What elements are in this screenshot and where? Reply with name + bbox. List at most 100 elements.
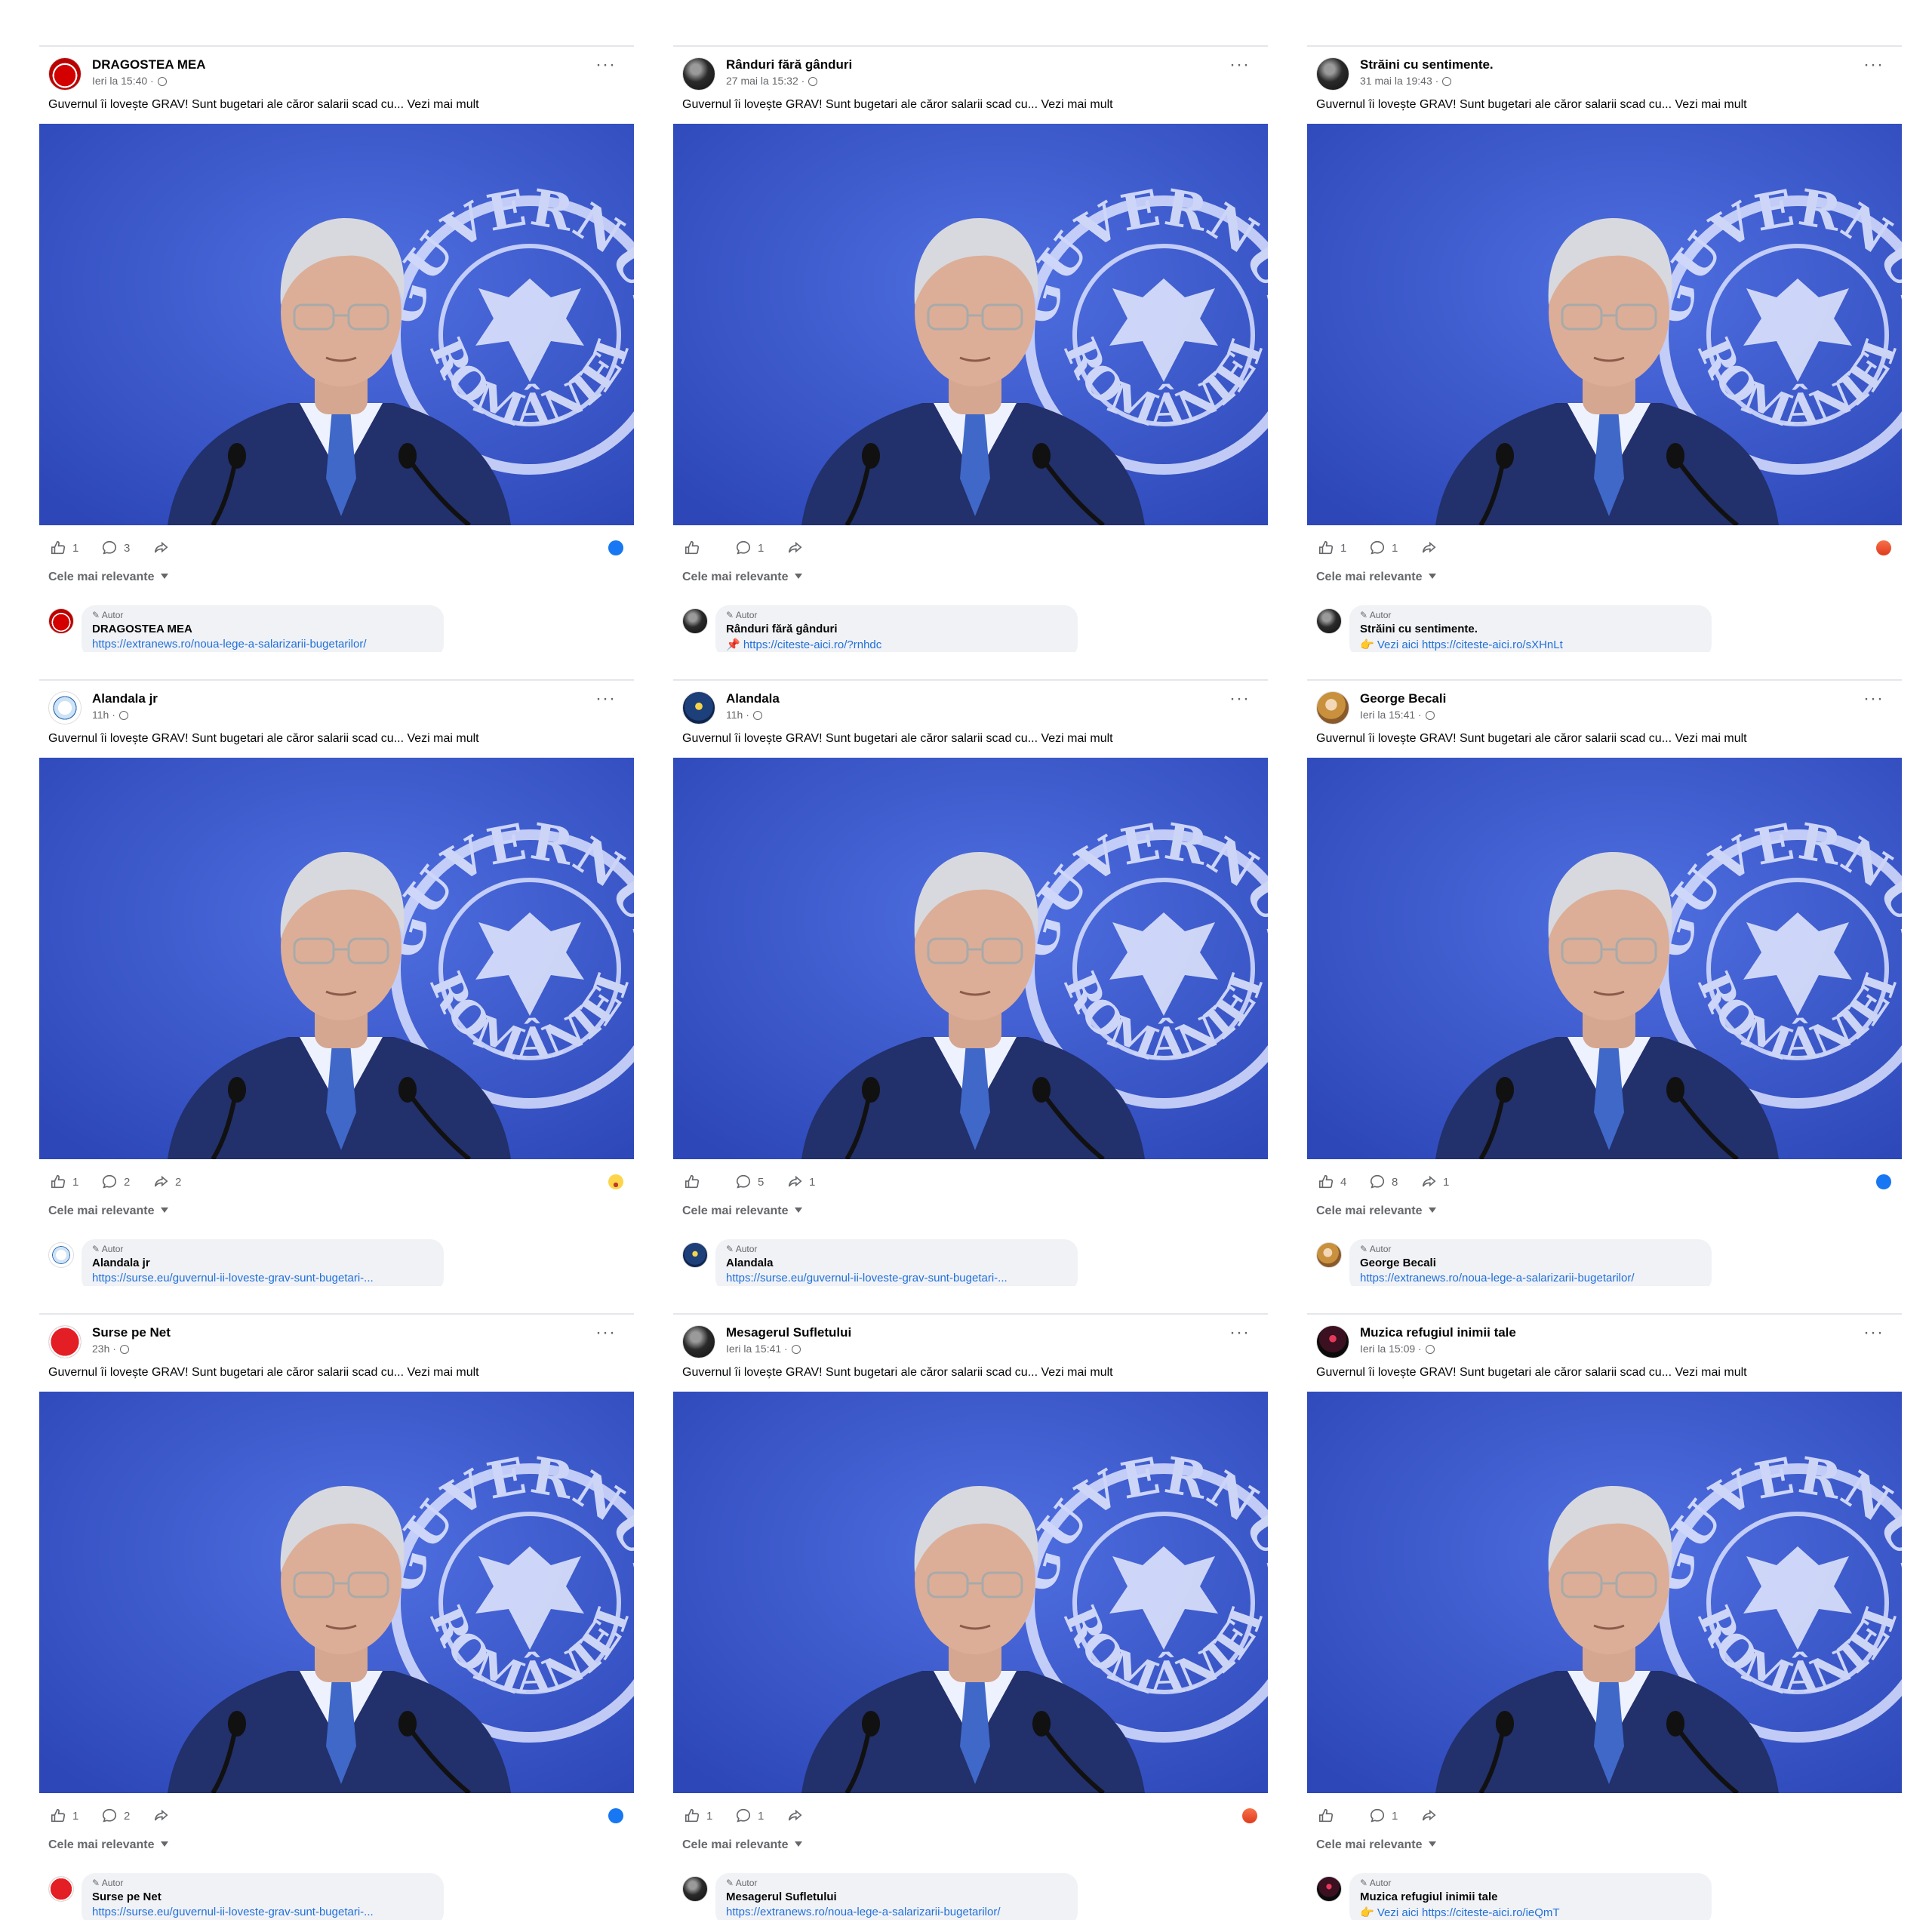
- like-button[interactable]: [1318, 1807, 1340, 1825]
- comment-link[interactable]: https://extranews.ro/noua-lege-a-salariz…: [1360, 1272, 1701, 1284]
- post-photo[interactable]: GUVERNUL ROMÂNIEI: [673, 1392, 1268, 1793]
- page-avatar[interactable]: [48, 691, 82, 724]
- commenter-avatar[interactable]: [682, 1876, 708, 1902]
- more-options-icon[interactable]: ···: [1229, 56, 1250, 74]
- comment-sort-dropdown[interactable]: Cele mai relevante: [682, 1838, 802, 1852]
- like-reaction-icon[interactable]: [1876, 1174, 1891, 1189]
- post-timestamp[interactable]: Ieri la 15:41 ·: [1360, 709, 1435, 721]
- page-name[interactable]: Mesagerul Sufletului: [726, 1325, 851, 1340]
- comment-button[interactable]: 2: [101, 1807, 130, 1825]
- comment-link[interactable]: https://surse.eu/guvernul-ii-loveste-gra…: [726, 1272, 1067, 1284]
- comment-link[interactable]: 👉 Vezi aici https://citeste-aici.ro/sXHn…: [1360, 638, 1701, 651]
- comment-link[interactable]: https://extranews.ro/noua-lege-a-salariz…: [726, 1906, 1067, 1918]
- commenter-avatar[interactable]: [48, 608, 74, 634]
- commenter-name[interactable]: DRAGOSTEA MEA: [92, 623, 433, 635]
- comment-sort-dropdown[interactable]: Cele mai relevante: [682, 571, 802, 584]
- comment-sort-dropdown[interactable]: Cele mai relevante: [682, 1204, 802, 1218]
- comment-button[interactable]: 8: [1369, 1173, 1398, 1191]
- more-options-icon[interactable]: ···: [1863, 690, 1884, 708]
- share-button[interactable]: 1: [1420, 1173, 1449, 1191]
- share-button[interactable]: [152, 1807, 175, 1825]
- commenter-avatar[interactable]: [682, 1242, 708, 1268]
- comment-sort-dropdown[interactable]: Cele mai relevante: [1316, 1204, 1436, 1218]
- more-options-icon[interactable]: ···: [1229, 690, 1250, 708]
- share-button[interactable]: [1420, 539, 1443, 557]
- more-options-icon[interactable]: ···: [595, 1324, 616, 1342]
- post-timestamp[interactable]: 27 mai la 15:32 ·: [726, 75, 818, 87]
- post-timestamp[interactable]: Ieri la 15:09 ·: [1360, 1343, 1435, 1355]
- commenter-avatar[interactable]: [682, 608, 708, 634]
- commenter-name[interactable]: Alandala jr: [92, 1257, 433, 1269]
- commenter-name[interactable]: George Becali: [1360, 1257, 1701, 1269]
- more-options-icon[interactable]: ···: [1229, 1324, 1250, 1342]
- page-name[interactable]: George Becali: [1360, 691, 1446, 706]
- post-photo[interactable]: GUVERNUL ROMÂNIEI: [1307, 758, 1902, 1159]
- page-avatar[interactable]: [682, 1325, 715, 1358]
- commenter-avatar[interactable]: [48, 1242, 74, 1268]
- comment-link[interactable]: 📌 https://citeste-aici.ro/?rnhdc: [726, 638, 1067, 651]
- commenter-name[interactable]: Mesagerul Sufletului: [726, 1890, 1067, 1903]
- like-button[interactable]: 1: [50, 539, 78, 557]
- comment-button[interactable]: 2: [101, 1173, 130, 1191]
- post-photo[interactable]: GUVERNUL ROMÂNIEI: [39, 1392, 634, 1793]
- post-timestamp[interactable]: 31 mai la 19:43 ·: [1360, 75, 1452, 87]
- comment-button[interactable]: 3: [101, 539, 130, 557]
- comment-link[interactable]: https://surse.eu/guvernul-ii-loveste-gra…: [92, 1906, 433, 1918]
- post-timestamp[interactable]: 11h ·: [92, 709, 128, 721]
- like-button[interactable]: [684, 1173, 706, 1191]
- post-photo[interactable]: GUVERNUL ROMÂNIEI: [39, 124, 634, 525]
- angry-reaction-icon[interactable]: [1876, 540, 1891, 555]
- page-avatar[interactable]: [1316, 691, 1349, 724]
- page-avatar[interactable]: [682, 57, 715, 91]
- share-button[interactable]: [152, 539, 175, 557]
- comment-button[interactable]: 1: [1369, 1807, 1398, 1825]
- comment-button[interactable]: 1: [735, 539, 764, 557]
- comment-link[interactable]: https://surse.eu/guvernul-ii-loveste-gra…: [92, 1272, 433, 1284]
- page-avatar[interactable]: [48, 57, 82, 91]
- post-timestamp[interactable]: 11h ·: [726, 709, 762, 721]
- share-button[interactable]: [786, 1807, 809, 1825]
- page-name[interactable]: DRAGOSTEA MEA: [92, 57, 206, 72]
- comment-sort-dropdown[interactable]: Cele mai relevante: [1316, 1838, 1436, 1852]
- more-options-icon[interactable]: ···: [595, 56, 616, 74]
- comment-button[interactable]: 1: [1369, 539, 1398, 557]
- comment-sort-dropdown[interactable]: Cele mai relevante: [48, 1838, 168, 1852]
- post-timestamp[interactable]: Ieri la 15:40 ·: [92, 75, 167, 87]
- commenter-name[interactable]: Muzica refugiul inimii tale: [1360, 1890, 1701, 1903]
- page-name[interactable]: Muzica refugiul inimii tale: [1360, 1325, 1516, 1340]
- post-timestamp[interactable]: 23h ·: [92, 1343, 129, 1355]
- comment-button[interactable]: 5: [735, 1173, 764, 1191]
- share-button[interactable]: [1420, 1807, 1443, 1825]
- page-name[interactable]: Străini cu sentimente.: [1360, 57, 1494, 72]
- more-options-icon[interactable]: ···: [1863, 56, 1884, 74]
- commenter-avatar[interactable]: [48, 1876, 74, 1902]
- like-button[interactable]: 4: [1318, 1173, 1346, 1191]
- like-reaction-icon[interactable]: [608, 1808, 623, 1823]
- share-button[interactable]: 2: [152, 1173, 181, 1191]
- commenter-avatar[interactable]: [1316, 608, 1342, 634]
- post-photo[interactable]: GUVERNUL ROMÂNIEI: [673, 758, 1268, 1159]
- comment-link[interactable]: https://extranews.ro/noua-lege-a-salariz…: [92, 638, 433, 651]
- like-button[interactable]: 1: [1318, 539, 1346, 557]
- commenter-name[interactable]: Surse pe Net: [92, 1890, 433, 1903]
- like-button[interactable]: 1: [684, 1807, 712, 1825]
- commenter-name[interactable]: Străini cu sentimente.: [1360, 623, 1701, 635]
- page-avatar[interactable]: [1316, 57, 1349, 91]
- haha-reaction-icon[interactable]: [608, 1174, 623, 1189]
- angry-reaction-icon[interactable]: [1242, 1808, 1257, 1823]
- like-button[interactable]: 1: [50, 1173, 78, 1191]
- post-photo[interactable]: GUVERNUL ROMÂNIEI: [1307, 124, 1902, 525]
- more-options-icon[interactable]: ···: [595, 690, 616, 708]
- page-name[interactable]: Alandala: [726, 691, 780, 706]
- post-photo[interactable]: GUVERNUL ROMÂNIEI: [39, 758, 634, 1159]
- page-name[interactable]: Surse pe Net: [92, 1325, 171, 1340]
- comment-link[interactable]: 👉 Vezi aici https://citeste-aici.ro/ieQm…: [1360, 1906, 1701, 1919]
- page-avatar[interactable]: [1316, 1325, 1349, 1358]
- share-button[interactable]: 1: [786, 1173, 815, 1191]
- page-avatar[interactable]: [682, 691, 715, 724]
- like-button[interactable]: [684, 539, 706, 557]
- post-photo[interactable]: GUVERNUL ROMÂNIEI: [1307, 1392, 1902, 1793]
- post-timestamp[interactable]: Ieri la 15:41 ·: [726, 1343, 801, 1355]
- like-button[interactable]: 1: [50, 1807, 78, 1825]
- more-options-icon[interactable]: ···: [1863, 1324, 1884, 1342]
